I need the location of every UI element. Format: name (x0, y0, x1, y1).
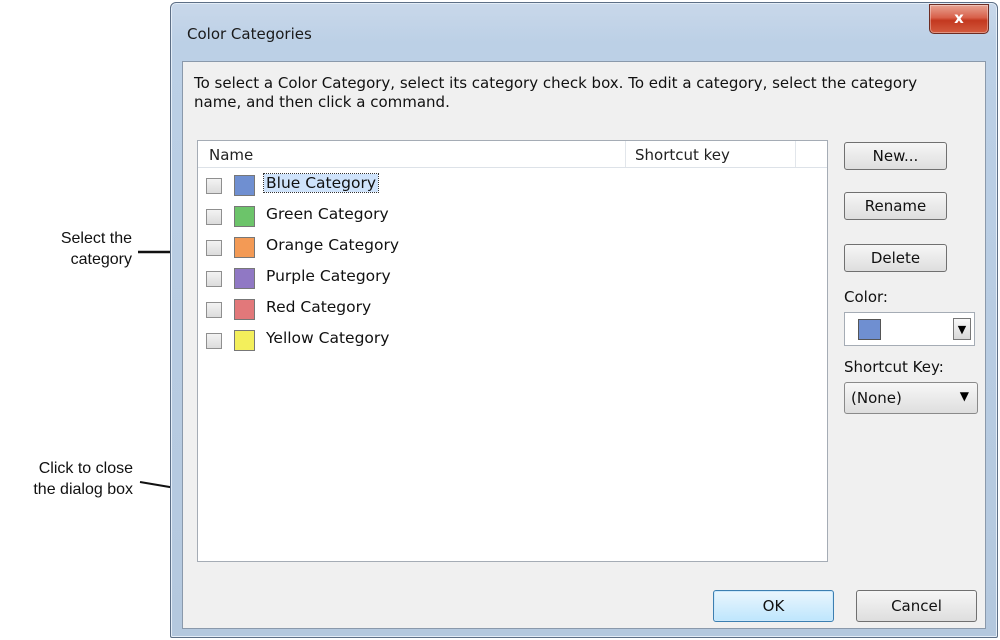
chevron-down-icon[interactable]: ▼ (953, 318, 971, 340)
category-label[interactable]: Yellow Category (264, 329, 391, 347)
callout-text: Click to close (38, 460, 133, 477)
category-label[interactable]: Green Category (264, 205, 391, 223)
color-swatch (234, 206, 255, 227)
list-item[interactable]: Yellow Category (198, 327, 827, 357)
category-checkbox[interactable] (206, 271, 222, 287)
shortcut-key-value: (None) (851, 389, 902, 407)
shortcut-key-label: Shortcut Key: (844, 358, 944, 376)
category-checkbox[interactable] (206, 178, 222, 194)
column-header-name[interactable]: Name (209, 146, 253, 164)
shortcut-key-dropdown[interactable]: (None) ▼ (844, 382, 978, 414)
list-item[interactable]: Blue Category (198, 172, 827, 202)
callout-select-category: Select the category (20, 228, 132, 270)
callout-text: Select the (60, 230, 132, 247)
category-label[interactable]: Purple Category (264, 267, 393, 285)
color-categories-dialog: Color Categories x To select a Color Cat… (170, 2, 998, 638)
color-picker[interactable]: ▼ (844, 312, 975, 346)
category-label[interactable]: Blue Category (262, 173, 380, 193)
category-checkbox[interactable] (206, 302, 222, 318)
column-divider (625, 141, 626, 167)
color-swatch (234, 268, 255, 289)
category-label[interactable]: Red Category (264, 298, 373, 316)
color-swatch (234, 299, 255, 320)
category-label[interactable]: Orange Category (264, 236, 401, 254)
category-checkbox[interactable] (206, 209, 222, 225)
delete-button[interactable]: Delete (844, 244, 947, 272)
category-list[interactable]: Name Shortcut key Blue Category Green Ca… (197, 140, 828, 562)
rename-button[interactable]: Rename (844, 192, 947, 220)
dialog-body: To select a Color Category, select its c… (182, 61, 986, 629)
color-swatch (234, 330, 255, 351)
dialog-title: Color Categories (187, 25, 312, 43)
selected-color-swatch (858, 319, 881, 340)
new-button[interactable]: New... (844, 142, 947, 170)
category-checkbox[interactable] (206, 240, 222, 256)
title-bar: Color Categories x (171, 3, 997, 43)
close-icon: x (954, 9, 964, 27)
list-item[interactable]: Orange Category (198, 234, 827, 264)
close-button[interactable]: x (929, 4, 989, 34)
cancel-button[interactable]: Cancel (856, 590, 977, 622)
column-header-shortcut[interactable]: Shortcut key (635, 146, 730, 164)
column-divider (795, 141, 796, 167)
callout-text: the dialog box (33, 481, 133, 498)
color-swatch (234, 175, 255, 196)
instruction-text: To select a Color Category, select its c… (194, 74, 918, 111)
color-swatch (234, 237, 255, 258)
chevron-down-icon: ▼ (959, 389, 969, 403)
category-checkbox[interactable] (206, 333, 222, 349)
callout-close-dialog: Click to close the dialog box (0, 458, 133, 500)
list-item[interactable]: Green Category (198, 203, 827, 233)
ok-button[interactable]: OK (713, 590, 834, 622)
callout-text: category (70, 251, 132, 268)
list-item[interactable]: Purple Category (198, 265, 827, 295)
color-label: Color: (844, 288, 888, 306)
list-header: Name Shortcut key (198, 141, 827, 168)
list-item[interactable]: Red Category (198, 296, 827, 326)
